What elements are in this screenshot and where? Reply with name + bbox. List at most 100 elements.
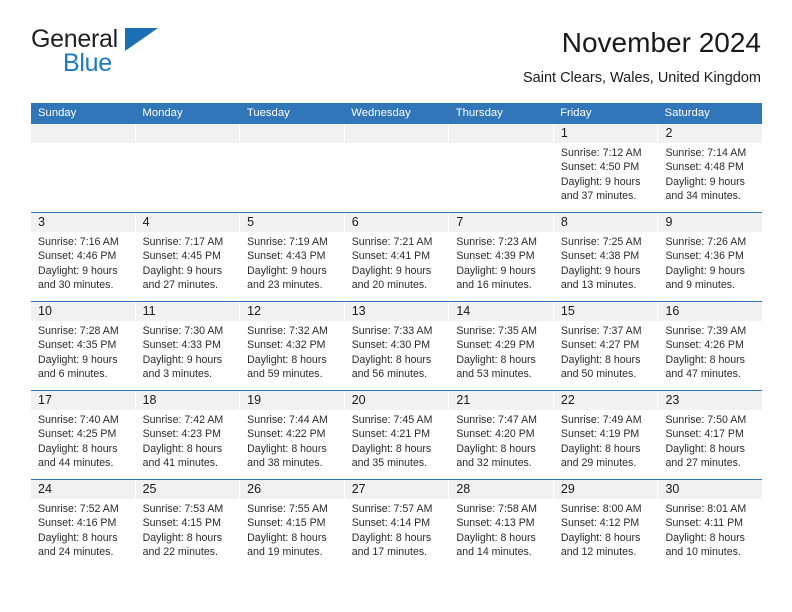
calendar-page: General Blue November 2024 Saint Clears,… [0, 0, 792, 612]
day-cell[interactable]: 23 Sunrise: 7:50 AM Sunset: 4:17 PM Dayl… [658, 391, 763, 479]
sunset-text: Sunset: 4:26 PM [665, 339, 744, 352]
day-details [31, 143, 135, 146]
page-title: November 2024 [561, 27, 761, 58]
day-cell[interactable]: 2 Sunrise: 7:14 AM Sunset: 4:48 PM Dayli… [658, 124, 763, 212]
day-number: 14 [449, 302, 553, 321]
day-cell[interactable]: 16 Sunrise: 7:39 AM Sunset: 4:26 PM Dayl… [658, 302, 763, 390]
sunset-text: Sunset: 4:20 PM [456, 428, 535, 441]
day-cell[interactable]: 5 Sunrise: 7:19 AM Sunset: 4:43 PM Dayli… [240, 213, 345, 301]
day-number [31, 124, 135, 143]
sunrise-text: Sunrise: 7:42 AM [142, 414, 224, 426]
sunrise-text: Sunrise: 7:40 AM [38, 414, 119, 426]
day-number: 23 [658, 391, 763, 410]
day-number: 7 [449, 213, 553, 232]
day-details: Sunrise: 7:52 AM Sunset: 4:16 PM Dayligh… [31, 499, 135, 559]
day-number: 2 [658, 124, 763, 143]
sunset-text: Sunset: 4:45 PM [142, 250, 221, 263]
day-cell[interactable]: 13 Sunrise: 7:33 AM Sunset: 4:30 PM Dayl… [344, 302, 450, 390]
day-cell[interactable]: 25 Sunrise: 7:53 AM Sunset: 4:15 PM Dayl… [135, 480, 241, 568]
day-cell[interactable]: 20 Sunrise: 7:45 AM Sunset: 4:21 PM Dayl… [344, 391, 450, 479]
daylight-text-line1: Daylight: 9 hours [351, 264, 432, 277]
day-cell[interactable]: 8 Sunrise: 7:25 AM Sunset: 4:38 PM Dayli… [553, 213, 659, 301]
sunrise-text: Sunrise: 7:17 AM [142, 236, 224, 248]
day-cell[interactable]: 7 Sunrise: 7:23 AM Sunset: 4:39 PM Dayli… [449, 213, 554, 301]
sunrise-text: Sunrise: 7:45 AM [351, 414, 433, 426]
day-cell[interactable]: 3 Sunrise: 7:16 AM Sunset: 4:46 PM Dayli… [31, 213, 136, 301]
sunrise-text: Sunrise: 8:01 AM [665, 503, 747, 515]
day-number [240, 124, 344, 143]
day-cell[interactable]: 21 Sunrise: 7:47 AM Sunset: 4:20 PM Dayl… [449, 391, 554, 479]
daylight-text-line2: and 6 minutes. [38, 367, 108, 380]
day-cell[interactable]: 26 Sunrise: 7:55 AM Sunset: 4:15 PM Dayl… [240, 480, 345, 568]
day-cell[interactable]: 24 Sunrise: 7:52 AM Sunset: 4:16 PM Dayl… [31, 480, 136, 568]
daylight-text-line2: and 34 minutes. [665, 189, 741, 202]
sunrise-text: Sunrise: 7:28 AM [38, 325, 119, 337]
day-cell[interactable]: 19 Sunrise: 7:44 AM Sunset: 4:22 PM Dayl… [240, 391, 345, 479]
sunset-text: Sunset: 4:15 PM [247, 517, 326, 530]
day-cell[interactable]: 14 Sunrise: 7:35 AM Sunset: 4:29 PM Dayl… [449, 302, 554, 390]
sunrise-text: Sunrise: 7:16 AM [38, 236, 119, 248]
day-cell[interactable]: 1 Sunrise: 7:12 AM Sunset: 4:50 PM Dayli… [553, 124, 659, 212]
day-details: Sunrise: 7:28 AM Sunset: 4:35 PM Dayligh… [31, 321, 135, 381]
day-cell[interactable]: 6 Sunrise: 7:21 AM Sunset: 4:41 PM Dayli… [344, 213, 450, 301]
day-cell[interactable]: 9 Sunrise: 7:26 AM Sunset: 4:36 PM Dayli… [658, 213, 763, 301]
sunset-text: Sunset: 4:38 PM [560, 250, 640, 263]
page-subtitle: Saint Clears, Wales, United Kingdom [522, 70, 761, 86]
daylight-text-line1: Daylight: 9 hours [247, 264, 327, 277]
day-number: 22 [553, 391, 658, 410]
week-row: 24 Sunrise: 7:52 AM Sunset: 4:16 PM Dayl… [31, 479, 763, 568]
day-cell[interactable]: 28 Sunrise: 7:58 AM Sunset: 4:13 PM Dayl… [449, 480, 554, 568]
general-blue-logo[interactable]: General Blue [31, 26, 251, 86]
day-cell[interactable]: 22 Sunrise: 7:49 AM Sunset: 4:19 PM Dayl… [553, 391, 659, 479]
day-cell[interactable]: 10 Sunrise: 7:28 AM Sunset: 4:35 PM Dayl… [31, 302, 136, 390]
daylight-text-line2: and 47 minutes. [665, 367, 741, 380]
daylight-text-line1: Daylight: 8 hours [560, 442, 641, 455]
week-row: 10 Sunrise: 7:28 AM Sunset: 4:35 PM Dayl… [31, 301, 763, 390]
daylight-text-line1: Daylight: 8 hours [351, 442, 432, 455]
daylight-text-line1: Daylight: 8 hours [456, 531, 536, 544]
sunrise-text: Sunrise: 7:19 AM [247, 236, 328, 248]
day-cell[interactable] [240, 124, 345, 212]
daylight-text-line1: Daylight: 9 hours [665, 264, 745, 277]
day-number: 26 [240, 480, 344, 499]
daylight-text-line2: and 14 minutes. [456, 545, 532, 558]
day-number: 16 [658, 302, 763, 321]
daylight-text-line1: Daylight: 9 hours [560, 264, 641, 277]
sunset-text: Sunset: 4:23 PM [142, 428, 221, 441]
calendar-grid: Sunday Monday Tuesday Wednesday Thursday… [31, 103, 763, 568]
day-cell[interactable] [31, 124, 136, 212]
sunrise-text: Sunrise: 7:57 AM [351, 503, 433, 515]
sunrise-text: Sunrise: 7:33 AM [351, 325, 433, 337]
daylight-text-line2: and 23 minutes. [247, 278, 323, 291]
day-cell[interactable]: 29 Sunrise: 8:00 AM Sunset: 4:12 PM Dayl… [553, 480, 659, 568]
day-number: 4 [135, 213, 240, 232]
day-details: Sunrise: 7:12 AM Sunset: 4:50 PM Dayligh… [554, 143, 658, 203]
day-cell[interactable] [449, 124, 554, 212]
day-number: 25 [135, 480, 240, 499]
day-cell[interactable]: 12 Sunrise: 7:32 AM Sunset: 4:32 PM Dayl… [240, 302, 345, 390]
daylight-text-line2: and 9 minutes. [665, 278, 735, 291]
sunset-text: Sunset: 4:46 PM [38, 250, 117, 263]
sunset-text: Sunset: 4:25 PM [38, 428, 117, 441]
day-cell[interactable] [344, 124, 450, 212]
day-cell[interactable]: 15 Sunrise: 7:37 AM Sunset: 4:27 PM Dayl… [553, 302, 659, 390]
day-cell[interactable]: 11 Sunrise: 7:30 AM Sunset: 4:33 PM Dayl… [135, 302, 241, 390]
sunset-text: Sunset: 4:16 PM [38, 517, 117, 530]
sunrise-text: Sunrise: 7:25 AM [560, 236, 642, 248]
day-cell[interactable]: 17 Sunrise: 7:40 AM Sunset: 4:25 PM Dayl… [31, 391, 136, 479]
week-row: 3 Sunrise: 7:16 AM Sunset: 4:46 PM Dayli… [31, 212, 763, 301]
day-details: Sunrise: 7:37 AM Sunset: 4:27 PM Dayligh… [554, 321, 658, 381]
day-cell[interactable] [135, 124, 241, 212]
daylight-text-line1: Daylight: 9 hours [142, 353, 223, 366]
day-cell[interactable]: 4 Sunrise: 7:17 AM Sunset: 4:45 PM Dayli… [135, 213, 241, 301]
daylight-text-line1: Daylight: 8 hours [665, 442, 745, 455]
daylight-text-line1: Daylight: 8 hours [560, 531, 641, 544]
day-cell[interactable]: 30 Sunrise: 8:01 AM Sunset: 4:11 PM Dayl… [658, 480, 763, 568]
day-cell[interactable]: 18 Sunrise: 7:42 AM Sunset: 4:23 PM Dayl… [135, 391, 241, 479]
day-details: Sunrise: 7:23 AM Sunset: 4:39 PM Dayligh… [449, 232, 553, 292]
sunset-text: Sunset: 4:21 PM [351, 428, 431, 441]
daylight-text-line2: and 10 minutes. [665, 545, 741, 558]
day-cell[interactable]: 27 Sunrise: 7:57 AM Sunset: 4:14 PM Dayl… [344, 480, 450, 568]
sunset-text: Sunset: 4:19 PM [560, 428, 640, 441]
sunset-text: Sunset: 4:32 PM [247, 339, 326, 352]
